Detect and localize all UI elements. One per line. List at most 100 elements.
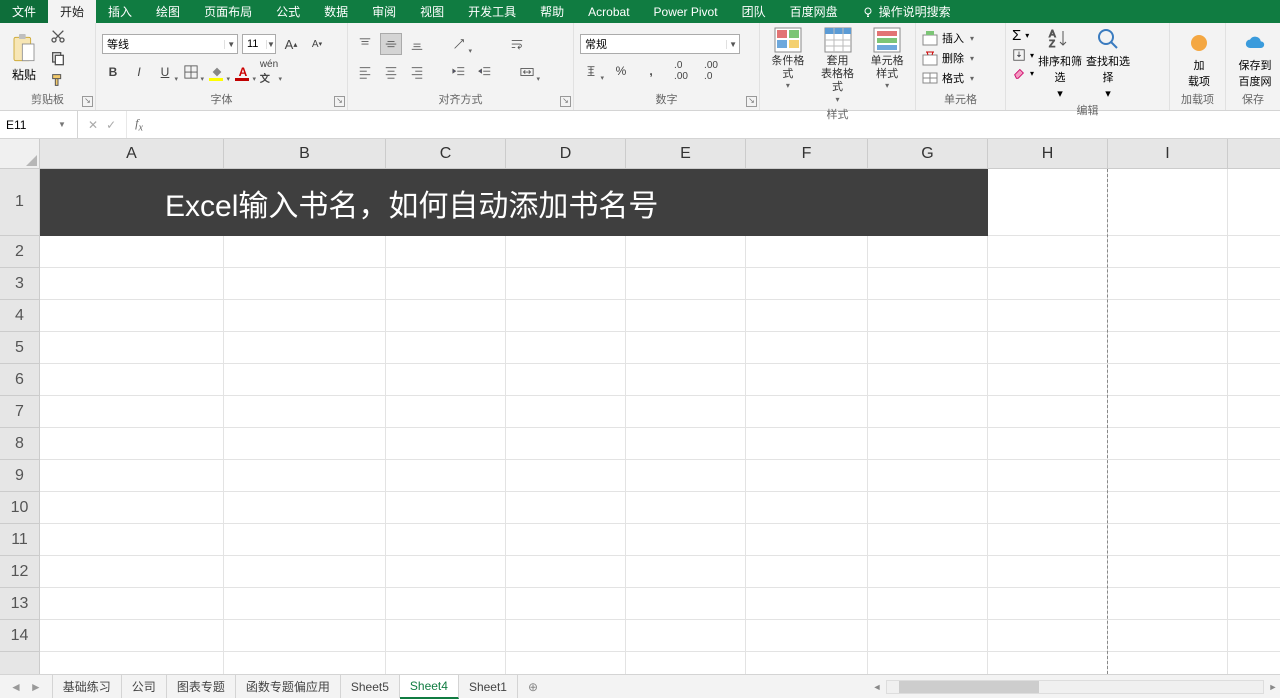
tell-me-search[interactable]: 操作说明搜索 bbox=[850, 0, 963, 23]
wrap-text-button[interactable] bbox=[506, 33, 528, 55]
row-header-5[interactable]: 5 bbox=[0, 332, 39, 364]
increase-indent-button[interactable] bbox=[474, 61, 496, 83]
sheet-next-icon[interactable]: ► bbox=[30, 680, 42, 694]
conditional-format-button[interactable]: 条件格式 ▾ bbox=[766, 27, 810, 91]
tab-baidu[interactable]: 百度网盘 bbox=[778, 0, 850, 23]
font-name-combo[interactable]: ▼ bbox=[102, 34, 238, 54]
tab-insert[interactable]: 插入 bbox=[96, 0, 144, 23]
tab-dev[interactable]: 开发工具 bbox=[456, 0, 528, 23]
increase-font-button[interactable]: A▴ bbox=[280, 33, 302, 55]
autosum-button[interactable]: Σ▾ bbox=[1012, 27, 1034, 44]
fill-color-button[interactable] bbox=[206, 61, 228, 83]
format-cells-button[interactable]: 格式▾ bbox=[922, 70, 974, 86]
decrease-font-button[interactable]: A▾ bbox=[306, 33, 328, 55]
bold-button[interactable]: B bbox=[102, 61, 124, 83]
row-header-8[interactable]: 8 bbox=[0, 428, 39, 460]
align-left-button[interactable] bbox=[354, 61, 376, 83]
name-box[interactable]: ▼ bbox=[0, 111, 78, 138]
percent-button[interactable]: % bbox=[610, 60, 632, 82]
clipboard-launcher[interactable]: ↘ bbox=[82, 96, 93, 107]
format-as-table-button[interactable]: 套用 表格格式 ▾ bbox=[816, 27, 860, 104]
tab-formulas[interactable]: 公式 bbox=[264, 0, 312, 23]
font-size-combo[interactable]: ▼ bbox=[242, 34, 276, 54]
format-painter-button[interactable] bbox=[50, 72, 66, 88]
tab-file[interactable]: 文件 bbox=[0, 0, 48, 23]
sheet-tab-基础练习[interactable]: 基础练习 bbox=[53, 675, 122, 698]
sheet-tab-图表专题[interactable]: 图表专题 bbox=[167, 675, 236, 698]
sheet-tab-公司[interactable]: 公司 bbox=[122, 675, 167, 698]
insert-function-button[interactable]: fx bbox=[127, 116, 151, 133]
number-launcher[interactable]: ↘ bbox=[746, 96, 757, 107]
tab-team[interactable]: 团队 bbox=[730, 0, 778, 23]
col-header-D[interactable]: D bbox=[506, 139, 626, 168]
clear-button[interactable]: ▾ bbox=[1012, 66, 1034, 80]
tab-layout[interactable]: 页面布局 bbox=[192, 0, 264, 23]
cancel-formula-button[interactable]: ✕ bbox=[88, 118, 98, 132]
enter-formula-button[interactable]: ✓ bbox=[106, 118, 116, 132]
align-top-button[interactable] bbox=[354, 33, 376, 55]
row-header-9[interactable]: 9 bbox=[0, 460, 39, 492]
border-button[interactable] bbox=[180, 61, 202, 83]
tab-view[interactable]: 视图 bbox=[408, 0, 456, 23]
align-right-button[interactable] bbox=[406, 61, 428, 83]
phonetic-button[interactable]: wén文 bbox=[258, 61, 280, 83]
save-baidu-button[interactable]: 保存到 百度网 bbox=[1232, 27, 1278, 89]
delete-cells-button[interactable]: 删除▾ bbox=[922, 50, 974, 66]
scroll-right-icon[interactable]: ► bbox=[1266, 682, 1280, 692]
sheet-tab-Sheet4[interactable]: Sheet4 bbox=[400, 675, 459, 699]
alignment-launcher[interactable]: ↘ bbox=[560, 96, 571, 107]
row-header-7[interactable]: 7 bbox=[0, 396, 39, 428]
col-header-B[interactable]: B bbox=[224, 139, 386, 168]
font-color-button[interactable]: A bbox=[232, 61, 254, 83]
tab-draw[interactable]: 绘图 bbox=[144, 0, 192, 23]
horizontal-scrollbar[interactable]: ◄ ► bbox=[870, 675, 1280, 698]
col-header-F[interactable]: F bbox=[746, 139, 868, 168]
tab-acrobat[interactable]: Acrobat bbox=[576, 0, 641, 23]
row-header-11[interactable]: 11 bbox=[0, 524, 39, 556]
col-header-A[interactable]: A bbox=[40, 139, 224, 168]
sort-filter-button[interactable]: AZ 排序和筛选▾ bbox=[1038, 27, 1082, 100]
row-header-6[interactable]: 6 bbox=[0, 364, 39, 396]
font-size-input[interactable] bbox=[243, 38, 266, 50]
cut-button[interactable] bbox=[50, 28, 66, 44]
col-header-E[interactable]: E bbox=[626, 139, 746, 168]
accounting-format-button[interactable] bbox=[580, 60, 602, 82]
number-format-input[interactable] bbox=[581, 38, 726, 50]
col-header-H[interactable]: H bbox=[988, 139, 1108, 168]
font-launcher[interactable]: ↘ bbox=[334, 96, 345, 107]
add-sheet-button[interactable]: ⊕ bbox=[518, 675, 548, 698]
insert-cells-button[interactable]: 插入▾ bbox=[922, 30, 974, 46]
sheet-tab-Sheet5[interactable]: Sheet5 bbox=[341, 675, 400, 698]
row-header-12[interactable]: 12 bbox=[0, 556, 39, 588]
select-all-corner[interactable] bbox=[0, 139, 40, 169]
scroll-left-icon[interactable]: ◄ bbox=[870, 682, 884, 692]
copy-button[interactable] bbox=[50, 50, 66, 66]
cells-area[interactable]: Excel输入书名，如何自动添加书名号 bbox=[40, 169, 1280, 674]
col-header-I[interactable]: I bbox=[1108, 139, 1228, 168]
banner-cell[interactable]: Excel输入书名，如何自动添加书名号 bbox=[40, 169, 988, 236]
sheet-tab-函数专题偏应用[interactable]: 函数专题偏应用 bbox=[236, 675, 341, 698]
align-center-button[interactable] bbox=[380, 61, 402, 83]
tab-powerpivot[interactable]: Power Pivot bbox=[642, 0, 730, 23]
paste-button[interactable]: 粘贴 bbox=[6, 32, 42, 85]
tab-home[interactable]: 开始 bbox=[48, 0, 96, 23]
underline-button[interactable]: U bbox=[154, 61, 176, 83]
tab-help[interactable]: 帮助 bbox=[528, 0, 576, 23]
fill-button[interactable]: ▾ bbox=[1012, 48, 1034, 62]
tab-review[interactable]: 审阅 bbox=[360, 0, 408, 23]
scroll-thumb[interactable] bbox=[899, 681, 1039, 693]
col-header-G[interactable]: G bbox=[868, 139, 988, 168]
scroll-track[interactable] bbox=[886, 680, 1264, 694]
col-header-C[interactable]: C bbox=[386, 139, 506, 168]
merge-center-button[interactable] bbox=[516, 61, 538, 83]
align-middle-button[interactable] bbox=[380, 33, 402, 55]
name-box-input[interactable] bbox=[0, 118, 58, 132]
decrease-indent-button[interactable] bbox=[448, 61, 470, 83]
row-header-10[interactable]: 10 bbox=[0, 492, 39, 524]
row-header-1[interactable]: 1 bbox=[0, 169, 39, 236]
find-select-button[interactable]: 查找和选择▾ bbox=[1086, 27, 1130, 100]
cell-styles-button[interactable]: 单元格样式 ▾ bbox=[865, 27, 909, 91]
tab-data[interactable]: 数据 bbox=[312, 0, 360, 23]
row-header-14[interactable]: 14 bbox=[0, 620, 39, 652]
row-header-2[interactable]: 2 bbox=[0, 236, 39, 268]
